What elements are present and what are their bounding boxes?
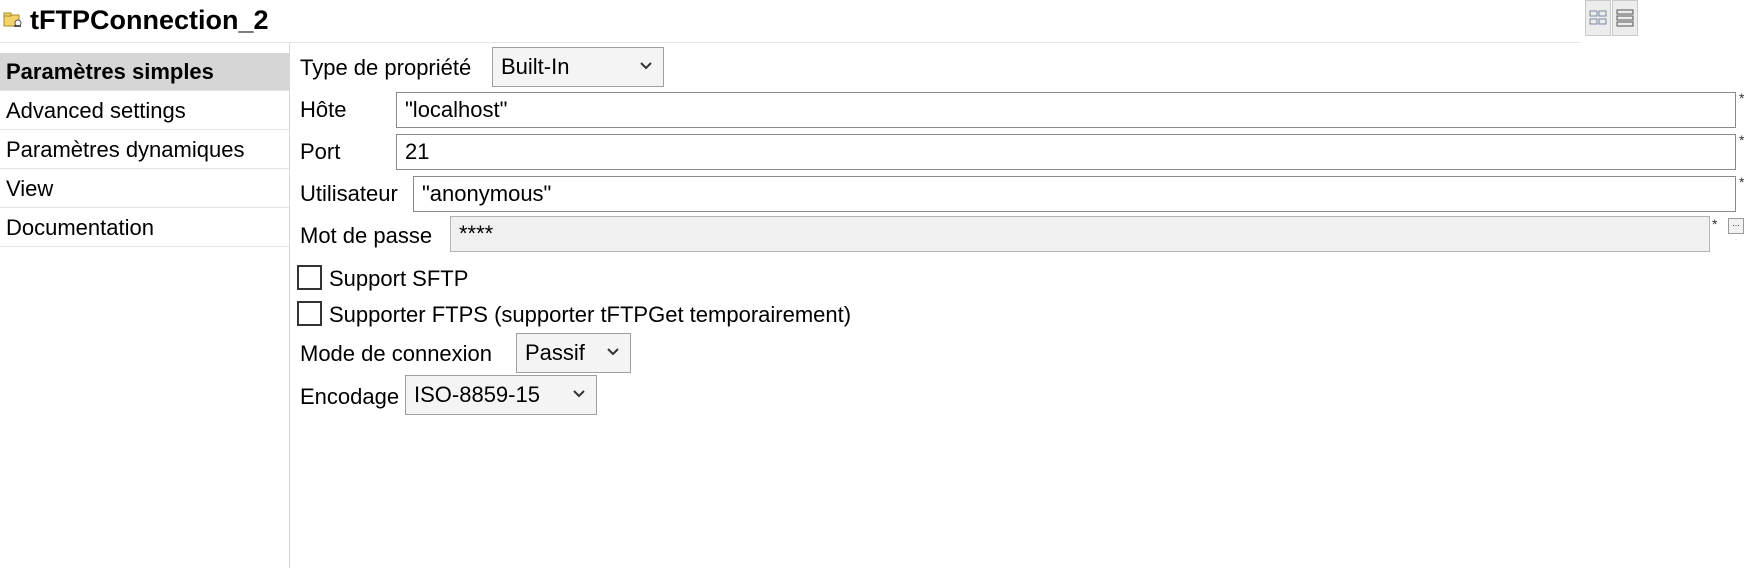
password-ellipsis-button[interactable]: ... [1728,218,1744,234]
connection-mode-value: Passif [525,340,585,365]
property-type-label: Type de propriété [300,55,472,80]
user-required-mark: * [1739,174,1745,190]
encoding-label: Encodage [300,384,400,409]
sidebar-item-documentation[interactable]: Documentation [0,209,289,247]
host-input[interactable]: "localhost" [396,92,1736,128]
chevron-down-icon [607,348,619,356]
sidebar-item-advanced-settings[interactable]: Advanced settings [0,92,289,130]
property-type-select[interactable]: Built-In [492,47,664,87]
encoding-value: ISO-8859-15 [414,382,540,407]
folder-key-icon [3,12,22,27]
sidebar-divider [289,43,290,568]
title-bar: tFTPConnection_2 [0,0,1750,43]
sidebar-item-simple-params[interactable]: Paramètres simples [0,53,289,91]
sidebar-item-view[interactable]: View [0,170,289,208]
user-label: Utilisateur [300,181,398,206]
title-divider [0,42,1580,43]
chevron-down-icon [573,390,585,398]
component-title: tFTPConnection_2 [30,5,269,35]
sidebar-item-dynamic-params[interactable]: Paramètres dynamiques [0,131,289,169]
encoding-select[interactable]: ISO-8859-15 [405,375,597,415]
port-label: Port [300,139,341,164]
sftp-checkbox[interactable] [297,265,322,290]
list-layout-button[interactable] [1612,0,1638,36]
password-required-mark: * [1712,216,1718,232]
sftp-label: Support SFTP [329,266,469,291]
grid-layout-icon [1589,10,1607,25]
grid-layout-button[interactable] [1585,0,1611,36]
ftps-checkbox[interactable] [297,301,322,326]
chevron-down-icon [640,62,652,70]
connection-mode-label: Mode de connexion [300,341,493,366]
list-layout-icon [1616,9,1634,27]
port-input[interactable]: 21 [396,134,1736,170]
property-type-value: Built-In [501,54,570,79]
user-input[interactable]: "anonymous" [413,176,1736,212]
connection-mode-select[interactable]: Passif [516,333,631,373]
password-input[interactable]: **** [450,216,1710,252]
password-label: Mot de passe [300,223,433,248]
ftps-label: Supporter FTPS (supporter tFTPGet tempor… [329,302,852,327]
port-required-mark: * [1739,132,1745,148]
settings-sidebar: Paramètres simples Advanced settings Par… [0,53,289,568]
host-required-mark: * [1739,90,1745,106]
host-label: Hôte [300,97,347,122]
